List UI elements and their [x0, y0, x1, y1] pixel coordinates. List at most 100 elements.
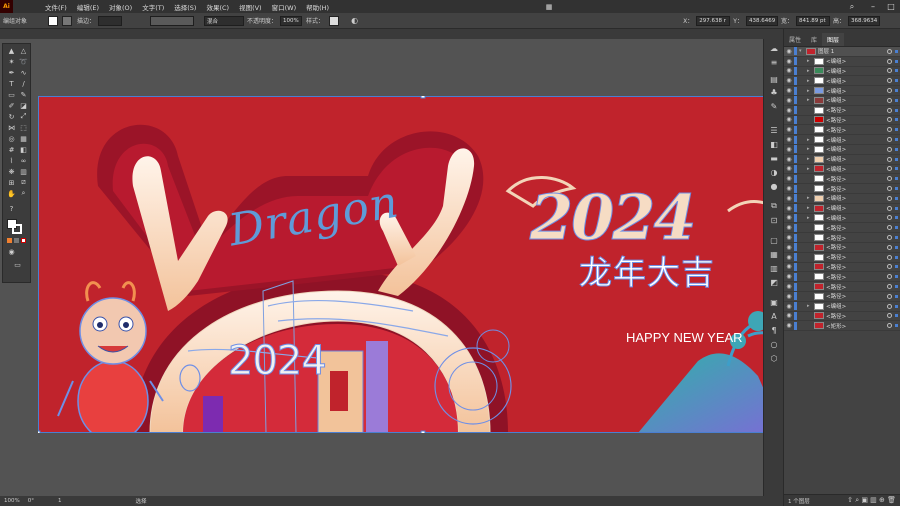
graphic-style-swatch[interactable]	[329, 15, 340, 26]
chevron-right-icon[interactable]: ▸	[807, 195, 814, 201]
3d-icon[interactable]: ⬡	[769, 353, 779, 363]
search-icon[interactable]: ⌕	[843, 0, 861, 13]
handle-bottom-left[interactable]	[35, 430, 41, 436]
asset-export-icon[interactable]: ▦	[769, 249, 779, 259]
chevron-right-icon[interactable]: ▸	[807, 58, 814, 64]
slice-tool-icon[interactable]: ⧄	[18, 178, 29, 187]
footer-icons[interactable]: ⇧ ⌕ ▣ ▥ ⊕ 🗑	[847, 496, 896, 505]
gradient-panel-icon[interactable]: ◩	[769, 277, 779, 287]
column-graph-icon[interactable]: ▥	[18, 167, 29, 176]
target-icon[interactable]	[887, 146, 892, 152]
layer-row[interactable]: ◉ ▸ <编组>	[784, 66, 900, 77]
artboard[interactable]: Dragon 2024 2024 龙年大吉 HAPPY NEW YEAR	[35, 93, 783, 442]
layer-row[interactable]: ◉ <路径>	[784, 243, 900, 253]
type-tool-icon[interactable]: T	[6, 79, 17, 88]
target-icon[interactable]	[887, 244, 892, 250]
eye-icon[interactable]: ◉	[784, 273, 794, 280]
fill-swatch[interactable]	[48, 15, 59, 26]
selection-tool-icon[interactable]: ▲	[6, 46, 17, 55]
comments-icon[interactable]: ▢	[769, 235, 779, 245]
layer-row[interactable]: ◉ <矩形>	[784, 321, 900, 332]
handle-top[interactable]	[420, 93, 426, 99]
target-icon[interactable]	[887, 166, 892, 172]
document-info-icon[interactable]: ▣	[769, 297, 779, 307]
layer-row[interactable]: ◉ ▸ <编组>	[784, 57, 900, 67]
target-icon[interactable]	[887, 68, 892, 74]
recolor-icon[interactable]: ◐	[351, 16, 358, 25]
eye-icon[interactable]: ◉	[784, 156, 794, 163]
eye-icon[interactable]: ◉	[784, 58, 794, 65]
h-field[interactable]: 368.9634	[848, 15, 880, 26]
eye-icon[interactable]: ◉	[784, 293, 794, 300]
align-icon[interactable]: ☰	[769, 125, 779, 135]
target-icon[interactable]	[887, 313, 892, 319]
layer-row-top[interactable]: ◉ ▾ 图层 1	[784, 47, 900, 57]
magic-wand-icon[interactable]: ✶	[6, 57, 17, 66]
direct-selection-tool-icon[interactable]: △	[18, 46, 29, 55]
color-guide-icon[interactable]: ●	[769, 181, 779, 191]
layer-row[interactable]: ◉ <路径>	[784, 272, 900, 283]
menu-window[interactable]: 窗口(W)	[267, 2, 302, 12]
eye-icon[interactable]: ◉	[784, 126, 794, 133]
stroke-weight-field[interactable]	[98, 15, 123, 26]
eye-icon[interactable]: ◉	[784, 244, 794, 251]
target-icon[interactable]	[887, 235, 892, 241]
menu-file[interactable]: 文件(F)	[40, 2, 72, 12]
eye-icon[interactable]: ◉	[784, 67, 794, 74]
rectangle-tool-icon[interactable]: ▭	[6, 90, 17, 99]
menu-view[interactable]: 视图(V)	[234, 2, 267, 12]
menu-effect[interactable]: 效果(C)	[201, 2, 234, 12]
artboards-icon[interactable]: ▤	[769, 74, 779, 84]
menu-edit[interactable]: 编辑(E)	[72, 2, 104, 12]
transparency-icon[interactable]: ◧	[769, 139, 779, 149]
help-icon[interactable]: ?	[6, 204, 17, 213]
layer-row[interactable]: ◉ ▸ <编组>	[784, 76, 900, 87]
none-mode-icon[interactable]	[21, 238, 26, 243]
chevron-right-icon[interactable]: ▸	[807, 97, 814, 103]
stroke-panel-icon[interactable]: ▬	[769, 153, 779, 163]
symbol-sprayer-icon[interactable]: ❋	[6, 167, 17, 176]
target-icon[interactable]	[887, 107, 892, 113]
chevron-right-icon[interactable]: ▸	[807, 156, 814, 162]
pen-tool-icon[interactable]: ✒	[6, 68, 17, 77]
blend-mode-select[interactable]: 混合	[204, 15, 245, 26]
target-icon[interactable]	[887, 186, 892, 192]
layer-row[interactable]: ◉ <路径>	[784, 311, 900, 322]
eye-icon[interactable]: ◉	[784, 312, 794, 319]
target-icon[interactable]	[887, 127, 892, 133]
gradient-mode-icon[interactable]	[14, 238, 19, 243]
libraries-icon[interactable]: ☁	[769, 43, 779, 53]
mesh-tool-icon[interactable]: #	[6, 145, 17, 154]
appearance-icon[interactable]: ◑	[769, 167, 779, 177]
screen-mode-icon[interactable]: ▭	[12, 260, 23, 269]
target-icon[interactable]	[887, 254, 892, 260]
draw-mode-icon[interactable]: ◉	[6, 247, 17, 256]
color-mode-icon[interactable]	[7, 238, 12, 243]
target-icon[interactable]	[887, 284, 892, 290]
artboard-tool-icon[interactable]: ⊞	[6, 178, 17, 187]
chevron-right-icon[interactable]: ▸	[807, 215, 814, 221]
curvature-tool-icon[interactable]: ∿	[18, 68, 29, 77]
artboard-number[interactable]: 1	[58, 498, 62, 504]
shaper-tool-icon[interactable]: ✐	[6, 101, 17, 110]
target-icon[interactable]	[887, 97, 892, 103]
layer-row[interactable]: ◉ <路径>	[784, 262, 900, 273]
eye-icon[interactable]: ◉	[784, 214, 794, 221]
chevron-right-icon[interactable]: ▸	[807, 166, 814, 172]
layer-row[interactable]: ◉ ▸ <编组>	[784, 164, 900, 175]
menu-object[interactable]: 对象(O)	[104, 2, 137, 12]
tab-properties[interactable]: 属性	[784, 33, 806, 46]
chevron-right-icon[interactable]: ▸	[807, 88, 814, 94]
layer-row[interactable]: ◉ <路径>	[784, 233, 900, 243]
eye-icon[interactable]: ◉	[784, 48, 794, 55]
eye-icon[interactable]: ◉	[784, 263, 794, 270]
layer-row[interactable]: ◉ ▸ <编组>	[784, 135, 900, 145]
eye-icon[interactable]: ◉	[784, 116, 794, 123]
layer-row[interactable]: ◉ ▸ <编组>	[784, 302, 900, 312]
target-icon[interactable]	[887, 323, 892, 329]
target-icon[interactable]	[887, 274, 892, 280]
layer-row[interactable]: ◉ ▸ <编组>	[784, 96, 900, 106]
rotate-tool-icon[interactable]: ↻	[6, 112, 17, 121]
layer-row[interactable]: ◉ ▸ <编组>	[784, 155, 900, 165]
eye-icon[interactable]: ◉	[784, 254, 794, 261]
